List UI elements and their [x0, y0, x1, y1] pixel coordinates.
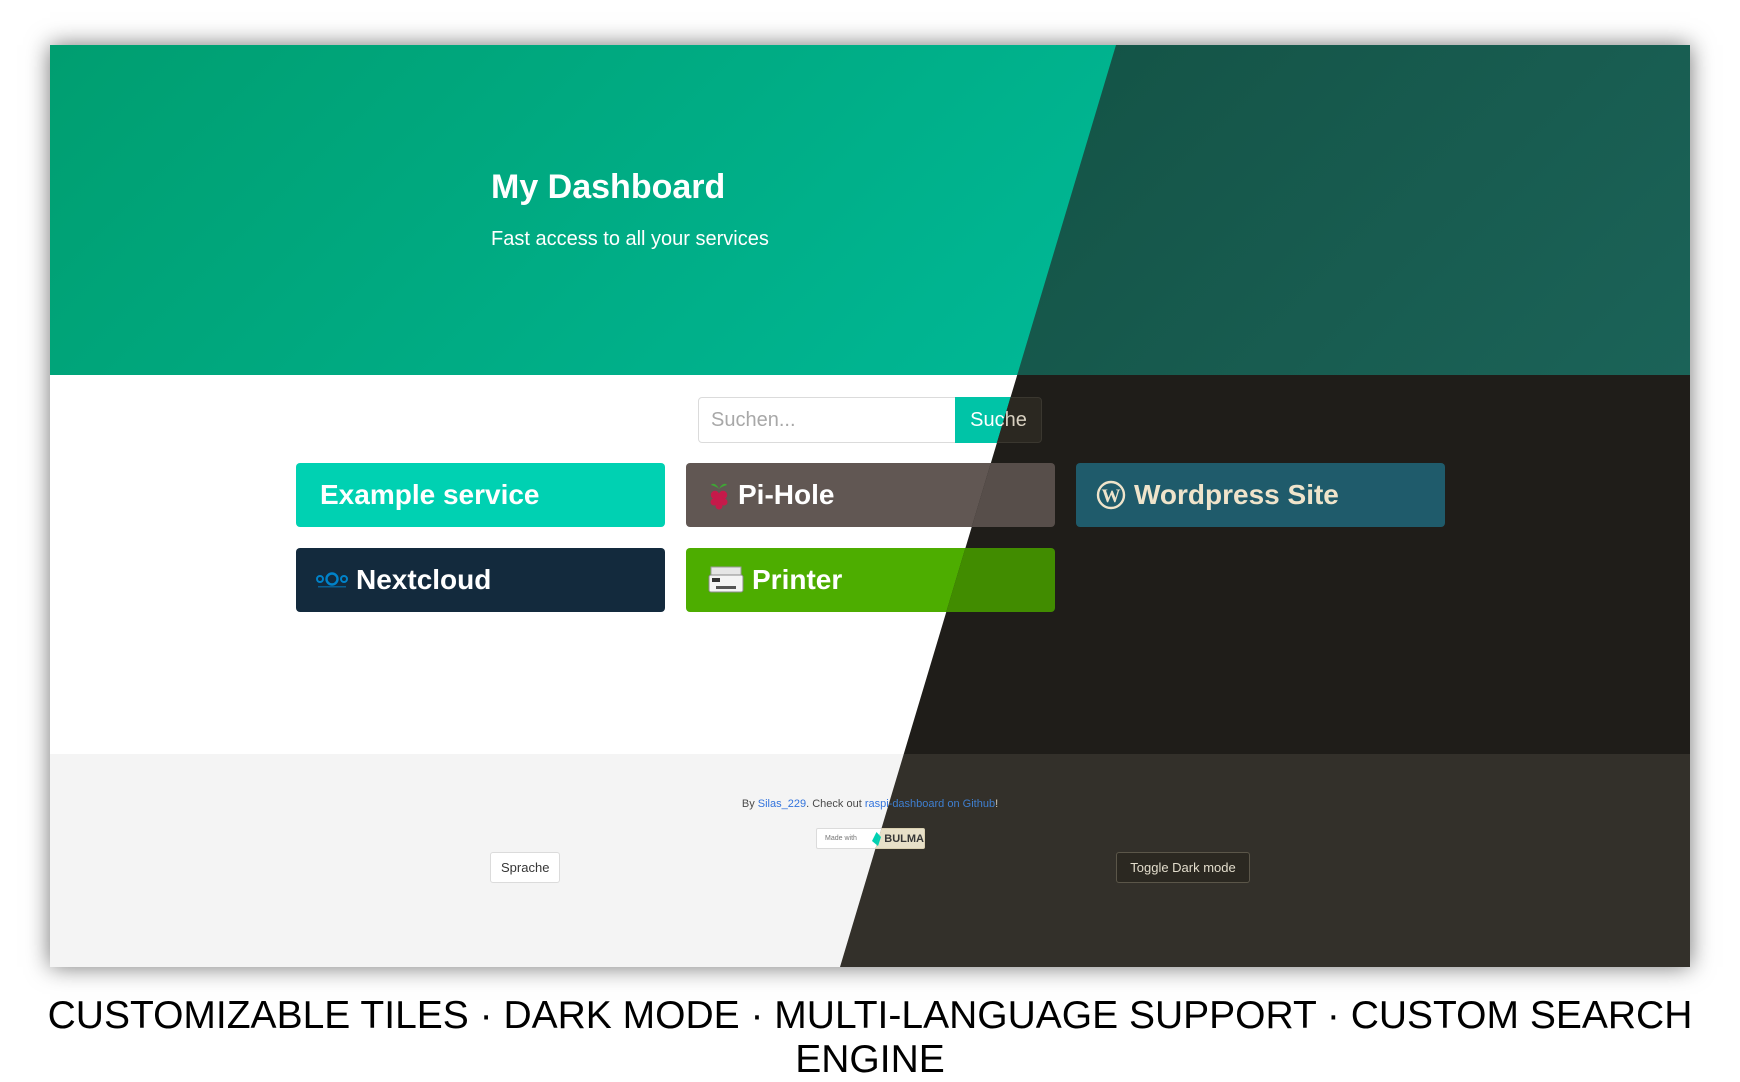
badge-made-with: Made with: [825, 835, 857, 842]
app-window: My Dashboard Fast access to all your ser…: [50, 45, 1690, 967]
nextcloud-icon: [316, 571, 348, 589]
page-subtitle: Fast access to all your services: [491, 228, 769, 250]
svg-text:W: W: [1102, 486, 1121, 507]
wordpress-icon: W: [1096, 480, 1126, 510]
credit-text: By: [741, 798, 758, 810]
tile-label: Nextcloud: [356, 564, 492, 595]
tile-wordpress-site[interactable]: W Wordpress Site: [1076, 463, 1445, 527]
tile-example-service[interactable]: Example service: [296, 463, 665, 527]
search-input[interactable]: [698, 397, 956, 443]
toggle-dark-mode-button[interactable]: Toggle Dark mode: [1116, 852, 1250, 883]
feature-caption: CUSTOMIZABLE TILES · DARK MODE · MULTI-L…: [47, 994, 1693, 1081]
tile-nextcloud[interactable]: Nextcloud: [296, 548, 665, 612]
tile-label: Wordpress Site: [1134, 479, 1339, 510]
page-title: My Dashboard: [491, 168, 726, 206]
credit-text: !: [995, 798, 999, 810]
raspberry-icon: [708, 480, 730, 510]
printer-icon: [708, 565, 744, 595]
language-button[interactable]: Sprache: [490, 852, 560, 883]
tile-label: Pi-Hole: [738, 479, 835, 510]
credit-text: . Check out: [806, 798, 865, 810]
tile-label: Printer: [752, 564, 843, 595]
badge-name: BULMA: [884, 832, 924, 845]
author-link[interactable]: Silas_229: [758, 798, 806, 810]
tile-label: Example service: [320, 479, 540, 510]
